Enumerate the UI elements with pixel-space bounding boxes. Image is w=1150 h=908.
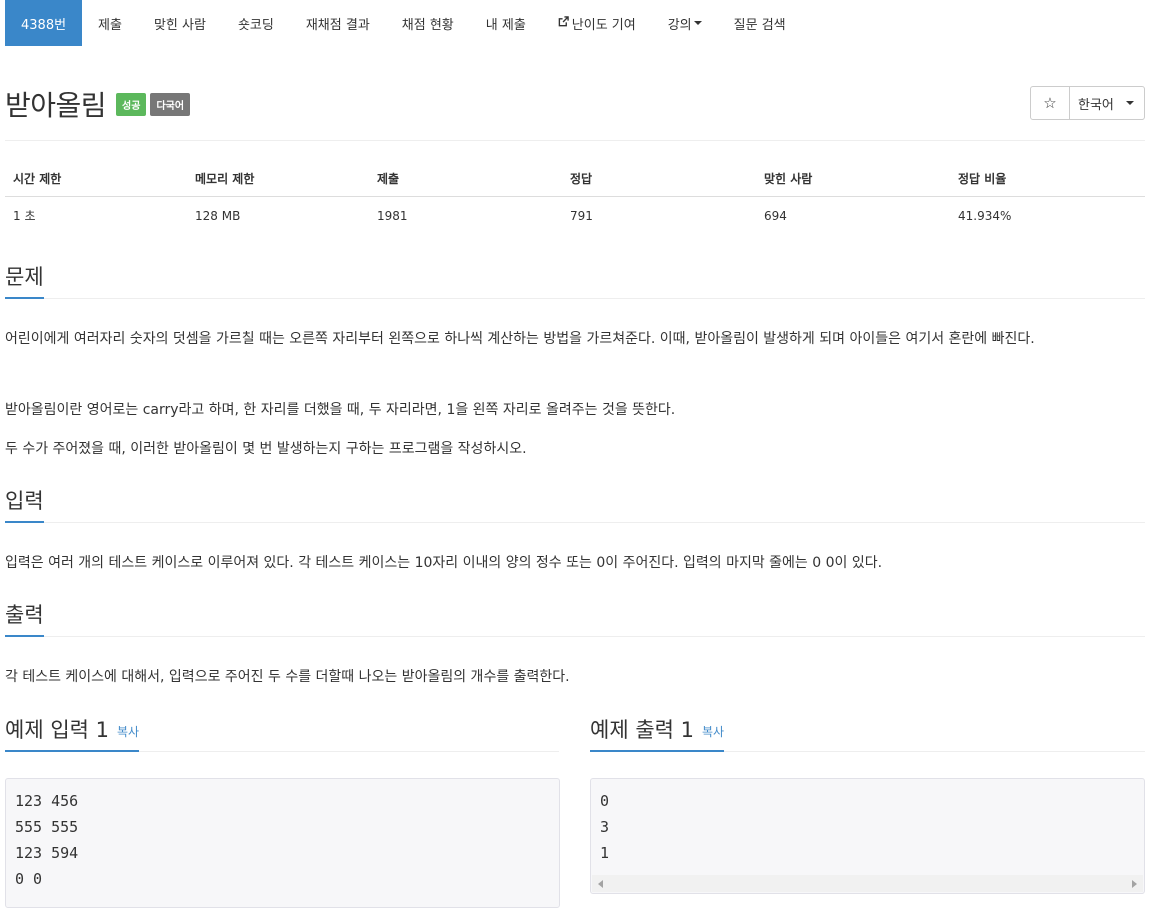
sample-output-heading: 예제 출력 1 bbox=[590, 718, 694, 742]
table-header-row: 시간 제한 메모리 제한 제출 정답 맞힌 사람 정답 비율 bbox=[5, 160, 1145, 197]
cell-memory-limit: 128 MB bbox=[195, 208, 241, 223]
nav-label: 숏코딩 bbox=[237, 17, 274, 33]
nav-label: 재채점 결과 bbox=[305, 17, 370, 33]
nav-rejudge-results[interactable]: 재채점 결과 bbox=[290, 0, 386, 46]
section-problem-header: 문제 bbox=[5, 259, 1145, 299]
nav-submit[interactable]: 제출 bbox=[82, 0, 138, 46]
problem-description-3: 두 수가 주어졌을 때, 이러한 받아올림이 몇 번 발생하는지 구하는 프로그… bbox=[5, 441, 527, 457]
nav-short-coding[interactable]: 숏코딩 bbox=[222, 0, 290, 46]
language-label: 한국어 bbox=[1078, 97, 1114, 113]
section-output-title: 출력 bbox=[5, 599, 44, 637]
sample-output-line: 1 bbox=[600, 844, 610, 862]
output-description: 각 테스트 케이스에 대해서, 입력으로 주어진 두 수를 더할때 나오는 받아… bbox=[5, 669, 570, 685]
cell-submissions: 1981 bbox=[377, 208, 408, 223]
problem-info-table: 시간 제한 메모리 제한 제출 정답 맞힌 사람 정답 비율 1 초 128 M… bbox=[5, 160, 1145, 234]
star-icon: ☆ bbox=[1043, 94, 1057, 112]
sample-input-line: 555 555 bbox=[15, 818, 79, 836]
header-submissions: 제출 bbox=[369, 160, 562, 197]
sample-input-heading: 예제 입력 1 bbox=[5, 718, 109, 742]
problem-title: 받아올림 bbox=[5, 89, 107, 122]
header-accepted: 정답 bbox=[562, 160, 756, 197]
scroll-left-icon[interactable] bbox=[598, 880, 603, 888]
caret-down-icon bbox=[1125, 101, 1134, 105]
sample-output-line: 0 bbox=[600, 792, 610, 810]
sample-output-box: 0 3 1 bbox=[590, 778, 1145, 894]
copy-sample-input-button[interactable]: 복사 bbox=[117, 725, 139, 739]
cell-solved-users: 694 bbox=[764, 208, 787, 223]
nav-label: 질문 검색 bbox=[733, 17, 786, 33]
sample-input-line: 0 0 bbox=[15, 870, 43, 888]
sample-input-line: 123 594 bbox=[15, 844, 79, 862]
cell-time-limit: 1 초 bbox=[13, 209, 36, 223]
table-row: 1 초 128 MB 1981 791 694 41.934% bbox=[5, 197, 1145, 235]
nav-label: 4388번 bbox=[21, 17, 67, 33]
section-sample-input-header: 예제 입력 1 복사 bbox=[5, 712, 559, 752]
nav-judge-status[interactable]: 채점 현황 bbox=[386, 0, 470, 46]
nav-problem-number[interactable]: 4388번 bbox=[5, 0, 83, 46]
problem-description-1: 어린이에게 여러자리 숫자의 덧셈을 가르칠 때는 오른쪽 자리부터 왼쪽으로 … bbox=[5, 331, 1035, 347]
sample-input-box: 123 456 555 555 123 594 0 0 bbox=[5, 778, 560, 908]
section-input-title: 입력 bbox=[5, 485, 44, 523]
header-accept-ratio: 정답 비율 bbox=[950, 160, 1145, 197]
nav-label: 난이도 기여 bbox=[571, 17, 636, 33]
nav-label: 채점 현황 bbox=[401, 17, 454, 33]
status-badge-success: 성공 bbox=[116, 92, 147, 116]
nav-label: 강의 bbox=[667, 17, 692, 33]
nav-question-search[interactable]: 질문 검색 bbox=[718, 0, 802, 46]
favorite-star-button[interactable]: ☆ bbox=[1030, 86, 1070, 120]
section-problem-title: 문제 bbox=[5, 261, 44, 299]
section-sample-output-header: 예제 출력 1 복사 bbox=[590, 712, 1145, 752]
header-time-limit: 시간 제한 bbox=[5, 160, 187, 197]
language-select[interactable]: 한국어 bbox=[1070, 86, 1145, 120]
nav-lectures-dropdown[interactable]: 강의 bbox=[652, 0, 718, 46]
status-badge-multilingual: 다국어 bbox=[150, 92, 191, 116]
nav-my-submissions[interactable]: 내 제출 bbox=[470, 0, 542, 46]
sample-output-line: 3 bbox=[600, 818, 610, 836]
external-link-icon bbox=[558, 16, 569, 30]
section-input-header: 입력 bbox=[5, 483, 1145, 523]
problem-nav: 4388번 제출 맞힌 사람 숏코딩 재채점 결과 채점 현황 내 제출 난이도… bbox=[0, 0, 1150, 47]
input-description: 입력은 여러 개의 테스트 케이스로 이루어져 있다. 각 테스트 케이스는 1… bbox=[5, 555, 883, 571]
sample-output-title: 예제 출력 1 복사 bbox=[590, 714, 725, 752]
header-solved-users: 맞힌 사람 bbox=[756, 160, 950, 197]
nav-solved-users[interactable]: 맞힌 사람 bbox=[138, 0, 222, 46]
divider bbox=[5, 140, 1145, 141]
sample-input-title: 예제 입력 1 복사 bbox=[5, 714, 140, 752]
nav-label: 맞힌 사람 bbox=[153, 17, 206, 33]
problem-controls: ☆ 한국어 bbox=[1030, 86, 1145, 120]
sample-input-line: 123 456 bbox=[15, 792, 79, 810]
cell-accepted: 791 bbox=[570, 208, 593, 223]
section-output-header: 출력 bbox=[5, 597, 1145, 637]
scroll-right-icon[interactable] bbox=[1132, 880, 1137, 888]
header-memory-limit: 메모리 제한 bbox=[187, 160, 369, 197]
nav-label: 제출 bbox=[98, 17, 122, 33]
caret-down-icon bbox=[693, 21, 702, 25]
horizontal-scrollbar[interactable] bbox=[592, 875, 1143, 892]
nav-label: 내 제출 bbox=[485, 17, 526, 33]
copy-sample-output-button[interactable]: 복사 bbox=[702, 725, 724, 739]
nav-difficulty-contribution[interactable]: 난이도 기여 bbox=[542, 0, 652, 46]
problem-description-2: 받아올림이란 영어로는 carry라고 하며, 한 자리를 더했을 때, 두 자… bbox=[5, 402, 676, 418]
problem-title-row: 받아올림 성공 다국어 bbox=[5, 84, 191, 124]
cell-accept-ratio: 41.934% bbox=[958, 208, 1012, 223]
